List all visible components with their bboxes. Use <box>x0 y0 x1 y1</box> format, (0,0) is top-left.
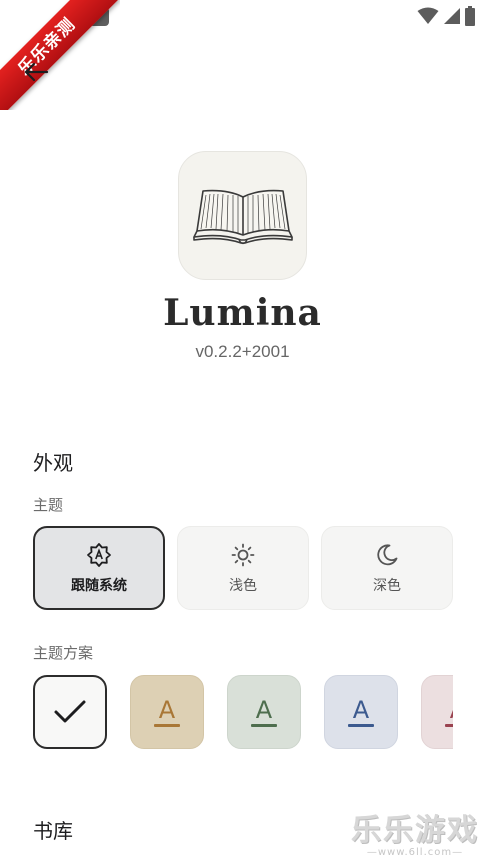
scheme-glyph-bar <box>154 723 180 727</box>
scheme-glyph: A <box>154 698 180 727</box>
app-version: v0.2.2+2001 <box>195 342 290 361</box>
auto-brightness-icon <box>87 542 111 567</box>
app-logo <box>178 151 307 280</box>
theme-scheme-list[interactable]: A A A A <box>32 674 453 750</box>
battery-icon <box>465 6 475 26</box>
scheme-glyph-letter: A <box>352 695 370 724</box>
arrow-left-icon <box>24 62 49 82</box>
watermark-text: 乐乐游戏 <box>351 813 479 848</box>
sun-icon <box>231 543 255 566</box>
scheme-glyph: A <box>348 698 374 727</box>
ribbon-watermark: 乐乐亲测 <box>0 0 120 110</box>
library-section-title: 书库 <box>33 819 73 843</box>
scheme-glyph: A <box>445 698 453 727</box>
app-name: Lumina <box>163 292 322 334</box>
wifi-icon <box>417 7 439 24</box>
scheme-option-rose[interactable]: A <box>421 675 453 749</box>
moon-icon <box>377 543 398 565</box>
status-icons <box>417 6 475 26</box>
scheme-glyph: A <box>251 698 277 727</box>
ribbon-text: 乐乐亲测 <box>0 0 120 110</box>
scheme-glyph-bar <box>251 723 277 727</box>
scheme-glyph-bar <box>348 723 374 727</box>
watermark-url: —www.6ll.com— <box>366 847 464 858</box>
appearance-section-title: 外观 <box>33 451 73 475</box>
scheme-glyph-letter: A <box>255 695 273 724</box>
scheme-glyph-bar <box>445 723 453 727</box>
scheme-option-blue[interactable]: A <box>324 675 398 749</box>
theme-option-dark[interactable]: 深色 <box>321 526 453 610</box>
theme-option-light[interactable]: 浅色 <box>177 526 309 610</box>
theme-scheme-label: 主题方案 <box>33 644 94 662</box>
back-button[interactable] <box>20 56 52 88</box>
theme-option-label: 跟随系统 <box>71 577 127 594</box>
theme-option-system[interactable]: 跟随系统 <box>33 526 165 610</box>
scheme-glyph-letter: A <box>450 698 453 722</box>
theme-label: 主题 <box>33 496 64 514</box>
open-book-icon <box>192 189 293 244</box>
theme-option-label: 浅色 <box>229 577 257 594</box>
scheme-glyph-letter: A <box>158 695 176 724</box>
site-watermark: 乐乐游戏 —www.6ll.com— <box>351 805 479 858</box>
scheme-option-default[interactable] <box>33 675 107 749</box>
checkmark-icon <box>54 700 86 723</box>
signal-icon <box>444 8 460 24</box>
scheme-option-green[interactable]: A <box>227 675 301 749</box>
scheme-option-sepia[interactable]: A <box>130 675 204 749</box>
theme-option-label: 深色 <box>373 577 401 594</box>
